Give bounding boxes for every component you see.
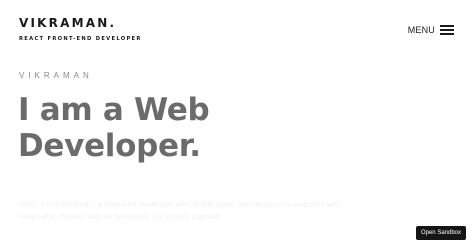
menu-label: MENU	[407, 25, 435, 35]
menu-button[interactable]: MENU	[408, 25, 454, 35]
hero-description: Hello, I am Vikraman, a front-end develo…	[19, 200, 342, 221]
portfolio-page: VIKRAMAN. REACT FRONT-END DEVELOPER MENU…	[0, 0, 474, 248]
site-tagline: REACT FRONT-END DEVELOPER	[19, 36, 142, 42]
hero-headline: I am a Web Developer.	[18, 92, 210, 164]
site-logo[interactable]: VIKRAMAN.	[19, 16, 116, 30]
hero-eyebrow: VIKRAMAN	[19, 71, 93, 80]
open-sandbox-button[interactable]: Open Sandbox	[415, 226, 466, 240]
hamburger-icon	[440, 25, 454, 35]
